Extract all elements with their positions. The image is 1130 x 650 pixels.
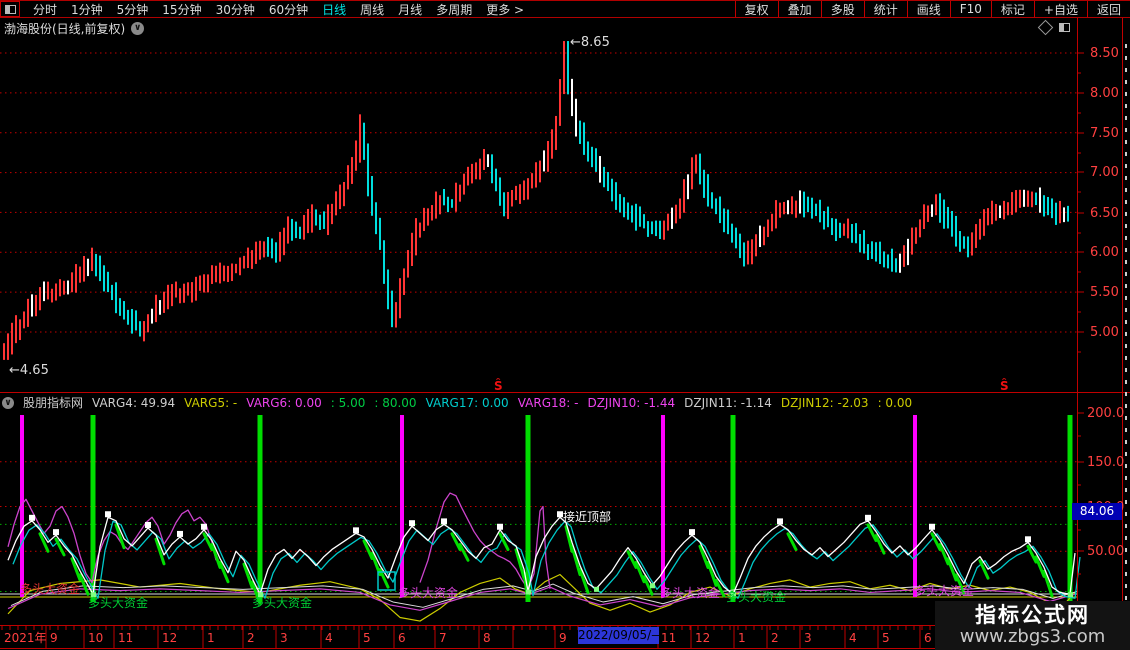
svg-text:6: 6 — [398, 631, 406, 645]
svg-text:7: 7 — [439, 631, 447, 645]
indicator-header-item-0[interactable]: 股朋指标网 — [23, 394, 83, 411]
chevron-down-icon[interactable]: ∨ — [131, 22, 144, 35]
svg-text:12: 12 — [162, 631, 177, 645]
svg-text:8.00: 8.00 — [1090, 86, 1119, 101]
period-item-5[interactable]: 60分钟 — [262, 0, 315, 19]
svg-text:接近顶部: 接近顶部 — [563, 509, 611, 524]
svg-text:7.00: 7.00 — [1090, 165, 1119, 180]
app-window: ←8.65←4.65ŜŜ多头大资金多头大资金多头大资金多头大资金多头大资金多头大… — [0, 0, 1130, 650]
svg-text:4: 4 — [325, 631, 333, 645]
right-toolbar: 复权叠加多股统计画线F10标记+自选返回 — [735, 1, 1130, 17]
svg-text:3: 3 — [280, 631, 288, 645]
period-items: 分时1分钟5分钟15分钟30分钟60分钟日线周线月线多周期更多 > — [26, 0, 531, 19]
svg-text:11: 11 — [118, 631, 133, 645]
svg-text:5: 5 — [882, 631, 890, 645]
indicator-header: ∨ 股朋指标网 VARG4: 49.94 VARG5: - VARG6: 0.00 : … — [0, 394, 1075, 411]
svg-text:150.0: 150.0 — [1087, 455, 1124, 470]
layout-icon[interactable] — [0, 1, 20, 17]
diamond-icon[interactable] — [1038, 20, 1054, 36]
toolbar-button-1[interactable]: 叠加 — [778, 1, 821, 17]
svg-text:多头大资金: 多头大资金 — [660, 585, 720, 600]
indicator-last-value-badge: 84.06 — [1072, 503, 1122, 520]
svg-text:多头大资金: 多头大资金 — [398, 585, 458, 600]
indicator-header-item-10: DZJIN12: -2.03 — [781, 396, 869, 410]
period-item-10[interactable]: 更多 > — [479, 0, 531, 19]
svg-text:8: 8 — [483, 631, 491, 645]
svg-text:多头大资金: 多头大资金 — [914, 583, 974, 598]
watermark: 指标公式网 www.zbgs3.com — [935, 601, 1130, 650]
svg-text:12: 12 — [695, 631, 710, 645]
period-item-4[interactable]: 30分钟 — [209, 0, 262, 19]
svg-text:9: 9 — [559, 631, 567, 645]
svg-text:11: 11 — [661, 631, 676, 645]
stock-title: 渤海股份(日线,前复权) — [4, 20, 125, 37]
indicator-header-item-7: VARG18: - — [518, 396, 579, 410]
svg-text:3: 3 — [804, 631, 812, 645]
svg-text:多头大资金: 多头大资金 — [88, 595, 148, 610]
toolbar-button-3[interactable]: 统计 — [864, 1, 907, 17]
title-bar: 渤海股份(日线,前复权) ∨ — [0, 19, 1130, 37]
period-item-3[interactable]: 15分钟 — [155, 0, 208, 19]
svg-text:8.50: 8.50 — [1090, 46, 1119, 61]
svg-text:10: 10 — [88, 631, 103, 645]
chart-canvas: ←8.65←4.65ŜŜ多头大资金多头大资金多头大资金多头大资金多头大资金多头大… — [0, 0, 1130, 650]
period-item-8[interactable]: 月线 — [391, 0, 429, 19]
selected-date-badge[interactable]: 2022/09/05/— — [578, 627, 659, 644]
svg-text:多头大资金: 多头大资金 — [252, 595, 312, 610]
toolbar: 分时1分钟5分钟15分钟30分钟60分钟日线周线月线多周期更多 > 复权叠加多股… — [0, 0, 1130, 18]
svg-text:2: 2 — [771, 631, 779, 645]
watermark-url: www.zbgs3.com — [960, 627, 1106, 647]
indicator-header-item-3: VARG6: 0.00 — [246, 396, 322, 410]
svg-text:9: 9 — [50, 631, 58, 645]
svg-text:5.00: 5.00 — [1090, 325, 1119, 340]
watermark-title: 指标公式网 — [975, 604, 1090, 627]
svg-text:6.50: 6.50 — [1090, 206, 1119, 221]
svg-text:2: 2 — [247, 631, 255, 645]
svg-text:50.00: 50.00 — [1087, 544, 1124, 559]
indicator-header-item-5: : 80.00 — [374, 396, 416, 410]
svg-text:6.00: 6.00 — [1090, 245, 1119, 260]
indicator-header-item-9: DZJIN11: -1.14 — [684, 396, 772, 410]
svg-text:←4.65: ←4.65 — [9, 363, 49, 378]
toolbar-button-2[interactable]: 多股 — [821, 1, 864, 17]
indicator-chevron-icon[interactable]: ∨ — [2, 397, 14, 409]
svg-text:4: 4 — [849, 631, 857, 645]
period-toolbar: 分时1分钟5分钟15分钟30分钟60分钟日线周线月线多周期更多 > — [0, 1, 531, 17]
period-item-1[interactable]: 1分钟 — [64, 0, 110, 19]
svg-text:1: 1 — [738, 631, 746, 645]
svg-text:←8.65: ←8.65 — [570, 35, 610, 50]
toolbar-button-0[interactable]: 复权 — [735, 1, 778, 17]
indicator-header-item-6: VARG17: 0.00 — [426, 396, 509, 410]
toolbar-button-4[interactable]: 画线 — [907, 1, 950, 17]
svg-text:2021年: 2021年 — [4, 631, 47, 645]
period-item-2[interactable]: 5分钟 — [110, 0, 156, 19]
svg-text:Ŝ: Ŝ — [494, 378, 503, 393]
svg-text:1: 1 — [207, 631, 215, 645]
indicator-header-item-1: VARG4: 49.94 — [92, 396, 175, 410]
svg-text:5.50: 5.50 — [1090, 285, 1119, 300]
svg-text:多头大资金: 多头大资金 — [20, 581, 80, 596]
period-item-7[interactable]: 周线 — [353, 0, 391, 19]
toolbar-button-5[interactable]: F10 — [950, 1, 991, 17]
indicator-header-item-2: VARG5: - — [184, 396, 237, 410]
svg-text:Ŝ: Ŝ — [1000, 378, 1009, 393]
toolbar-button-6[interactable]: 标记 — [991, 1, 1034, 17]
indicator-header-item-8: DZJIN10: -1.44 — [587, 396, 675, 410]
svg-text:6: 6 — [924, 631, 932, 645]
svg-text:200.0: 200.0 — [1087, 406, 1124, 421]
window-split-icon[interactable] — [1059, 23, 1070, 32]
indicator-header-item-11: : 0.00 — [878, 396, 913, 410]
period-item-9[interactable]: 多周期 — [429, 0, 479, 19]
period-item-0[interactable]: 分时 — [26, 0, 64, 19]
toolbar-button-7[interactable]: +自选 — [1034, 1, 1087, 17]
indicator-header-item-4: : 5.00 — [331, 396, 366, 410]
svg-text:5: 5 — [363, 631, 371, 645]
svg-text:多头大资金: 多头大资金 — [726, 589, 786, 604]
svg-text:7.50: 7.50 — [1090, 126, 1119, 141]
period-item-6[interactable]: 日线 — [315, 0, 353, 19]
toolbar-button-8[interactable]: 返回 — [1087, 1, 1130, 17]
